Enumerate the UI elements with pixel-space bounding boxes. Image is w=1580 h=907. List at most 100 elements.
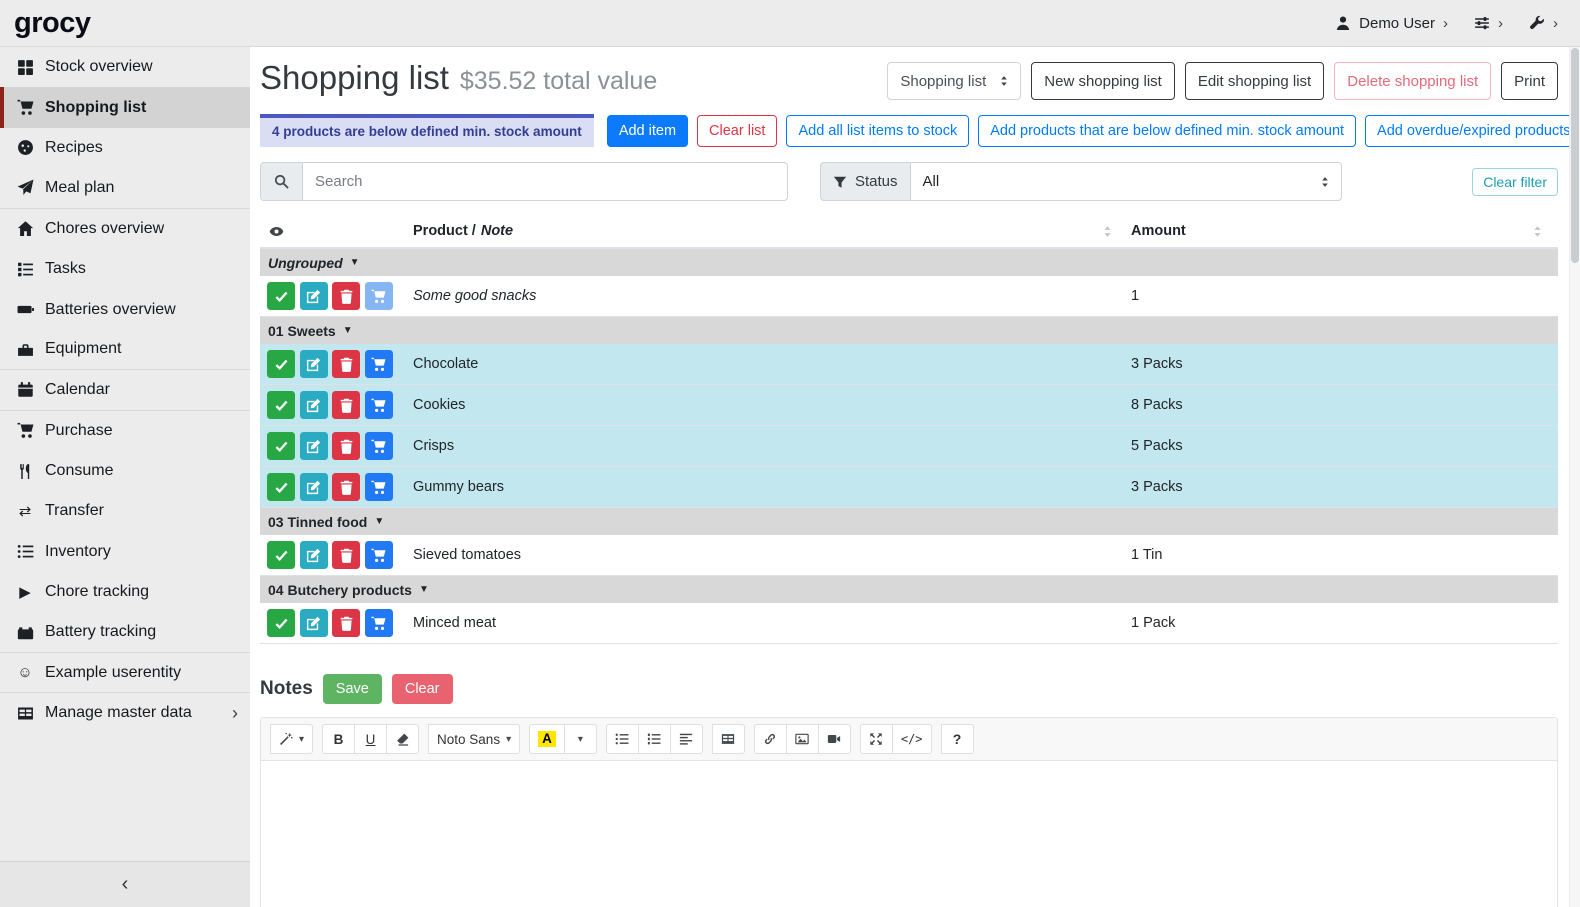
mark-done-button[interactable] bbox=[267, 473, 295, 501]
sidebar-item-shopping-list[interactable]: Shopping list bbox=[0, 87, 250, 127]
color-picker-button[interactable]: ▾ bbox=[564, 724, 597, 754]
highlight-color-button[interactable]: A bbox=[529, 724, 565, 754]
clear-filter-button[interactable]: Clear filter bbox=[1472, 168, 1558, 196]
product-column-header[interactable]: Product / Note bbox=[410, 223, 1128, 239]
clear-format-button[interactable] bbox=[386, 724, 419, 754]
sidebar-collapse-button[interactable]: ‹ bbox=[0, 861, 250, 907]
delete-item-button[interactable] bbox=[332, 350, 360, 378]
add-item-button[interactable]: Add item bbox=[607, 115, 688, 147]
sidebar-item-chore-tracking[interactable]: ▶Chore tracking bbox=[0, 572, 250, 612]
sidebar-item-equipment[interactable]: Equipment bbox=[0, 330, 250, 370]
delete-item-button[interactable] bbox=[332, 541, 360, 569]
product-group-header[interactable]: 04 Butchery products▼ bbox=[260, 576, 1558, 603]
help-button[interactable]: ? bbox=[941, 724, 974, 754]
sidebar-item-inventory[interactable]: Inventory bbox=[0, 532, 250, 572]
delete-item-button[interactable] bbox=[332, 391, 360, 419]
notes-save-button[interactable]: Save bbox=[323, 674, 382, 704]
sidebar-item-manage-master-data[interactable]: Manage master data› bbox=[0, 693, 250, 733]
product-group-header[interactable]: 01 Sweets▼ bbox=[260, 317, 1558, 344]
magic-style-button[interactable]: ▾ bbox=[270, 724, 313, 754]
add-all-to-stock-button[interactable]: Add all list items to stock bbox=[786, 115, 969, 147]
edit-item-button[interactable] bbox=[300, 432, 328, 460]
sidebar-item-meal-plan[interactable]: Meal plan bbox=[0, 168, 250, 208]
mark-done-button[interactable] bbox=[267, 609, 295, 637]
shopping-list-amount: 3 Packs bbox=[1128, 479, 1558, 495]
product-group-header[interactable]: 03 Tinned food▼ bbox=[260, 508, 1558, 535]
insert-table-button[interactable] bbox=[712, 724, 745, 754]
print-button[interactable]: Print bbox=[1501, 62, 1558, 100]
new-shopping-list-button[interactable]: New shopping list bbox=[1031, 62, 1175, 100]
add-overdue-button[interactable]: Add overdue/expired products bbox=[1365, 115, 1580, 147]
sidebar-item-tasks[interactable]: Tasks bbox=[0, 249, 250, 289]
fullscreen-button[interactable] bbox=[860, 724, 893, 754]
delete-shopping-list-button[interactable]: Delete shopping list bbox=[1334, 62, 1491, 100]
mark-done-button[interactable] bbox=[267, 350, 295, 378]
shopping-list-amount: 3 Packs bbox=[1128, 356, 1558, 372]
sidebar-item-purchase[interactable]: Purchase bbox=[0, 411, 250, 451]
paragraph-button[interactable] bbox=[670, 724, 703, 754]
sidebar-item-consume[interactable]: Consume bbox=[0, 451, 250, 491]
filter-row: Status All Clear filter bbox=[260, 162, 1558, 201]
vertical-scrollbar[interactable] bbox=[1569, 47, 1580, 907]
unordered-list-button[interactable] bbox=[606, 724, 639, 754]
edit-item-button[interactable] bbox=[300, 350, 328, 378]
status-filter-select[interactable]: All bbox=[910, 162, 1342, 201]
add-to-stock-button[interactable] bbox=[365, 391, 393, 419]
amount-column-header[interactable]: Amount bbox=[1128, 223, 1558, 239]
sort-icon[interactable] bbox=[1531, 225, 1544, 238]
add-to-stock-button[interactable] bbox=[365, 432, 393, 460]
sidebar-item-recipes[interactable]: Recipes bbox=[0, 128, 250, 168]
mark-done-button[interactable] bbox=[267, 432, 295, 460]
bold-button[interactable]: B bbox=[322, 724, 355, 754]
add-to-stock-button[interactable] bbox=[365, 282, 393, 310]
mark-done-button[interactable] bbox=[267, 391, 295, 419]
notes-clear-button[interactable]: Clear bbox=[392, 674, 453, 704]
delete-item-button[interactable] bbox=[332, 473, 360, 501]
edit-shopping-list-button[interactable]: Edit shopping list bbox=[1185, 62, 1324, 100]
edit-item-button[interactable] bbox=[300, 282, 328, 310]
insert-picture-button[interactable] bbox=[786, 724, 819, 754]
sort-icon[interactable] bbox=[1101, 225, 1114, 238]
sidebar-item-chores-overview[interactable]: Chores overview bbox=[0, 209, 250, 249]
sidebar-items: Stock overviewShopping listRecipesMeal p… bbox=[0, 47, 250, 734]
add-to-stock-button[interactable] bbox=[365, 609, 393, 637]
editor-content[interactable] bbox=[261, 761, 1557, 907]
app-logo[interactable]: grocy bbox=[14, 7, 90, 40]
edit-item-button[interactable] bbox=[300, 473, 328, 501]
sidebar-item-batteries-overview[interactable]: Batteries overview bbox=[0, 289, 250, 329]
scrollbar-thumb[interactable] bbox=[1571, 48, 1579, 263]
underline-button[interactable]: U bbox=[354, 724, 387, 754]
sidebar-item-example-userentity[interactable]: ☺Example userentity bbox=[0, 653, 250, 693]
delete-item-button[interactable] bbox=[332, 432, 360, 460]
ordered-list-button[interactable] bbox=[638, 724, 671, 754]
shopping-cart-icon bbox=[14, 99, 36, 117]
sidebar-item-calendar[interactable]: Calendar bbox=[0, 370, 250, 410]
product-group-header[interactable]: Ungrouped▼ bbox=[260, 249, 1558, 276]
shopping-list-selector[interactable]: Shopping list bbox=[887, 62, 1021, 100]
add-below-min-stock-button[interactable]: Add products that are below defined min.… bbox=[978, 115, 1356, 147]
user-menu[interactable]: Demo User› bbox=[1335, 15, 1448, 32]
insert-video-button[interactable] bbox=[818, 724, 851, 754]
add-to-stock-button[interactable] bbox=[365, 541, 393, 569]
insert-link-button[interactable] bbox=[754, 724, 787, 754]
sidebar-item-battery-tracking[interactable]: Battery tracking bbox=[0, 612, 250, 652]
add-to-stock-button[interactable] bbox=[365, 473, 393, 501]
sidebar-item-stock-overview[interactable]: Stock overview bbox=[0, 47, 250, 87]
clear-list-button[interactable]: Clear list bbox=[697, 115, 777, 147]
mark-done-button[interactable] bbox=[267, 541, 295, 569]
mark-done-button[interactable] bbox=[267, 282, 295, 310]
edit-item-button[interactable] bbox=[300, 391, 328, 419]
add-to-stock-button[interactable] bbox=[365, 350, 393, 378]
edit-item-button[interactable] bbox=[300, 609, 328, 637]
filter-icon bbox=[833, 175, 847, 189]
search-input[interactable] bbox=[303, 163, 787, 200]
product-group-name: 01 Sweets bbox=[268, 323, 336, 339]
font-family-button[interactable]: Noto Sans▾ bbox=[428, 724, 520, 754]
delete-item-button[interactable] bbox=[332, 282, 360, 310]
edit-item-button[interactable] bbox=[300, 541, 328, 569]
delete-item-button[interactable] bbox=[332, 609, 360, 637]
sidebar-item-transfer[interactable]: ⇄Transfer bbox=[0, 491, 250, 531]
admin-menu[interactable]: › bbox=[1529, 15, 1558, 31]
code-view-button[interactable]: </> bbox=[892, 724, 932, 754]
settings-menu[interactable]: › bbox=[1474, 15, 1503, 31]
